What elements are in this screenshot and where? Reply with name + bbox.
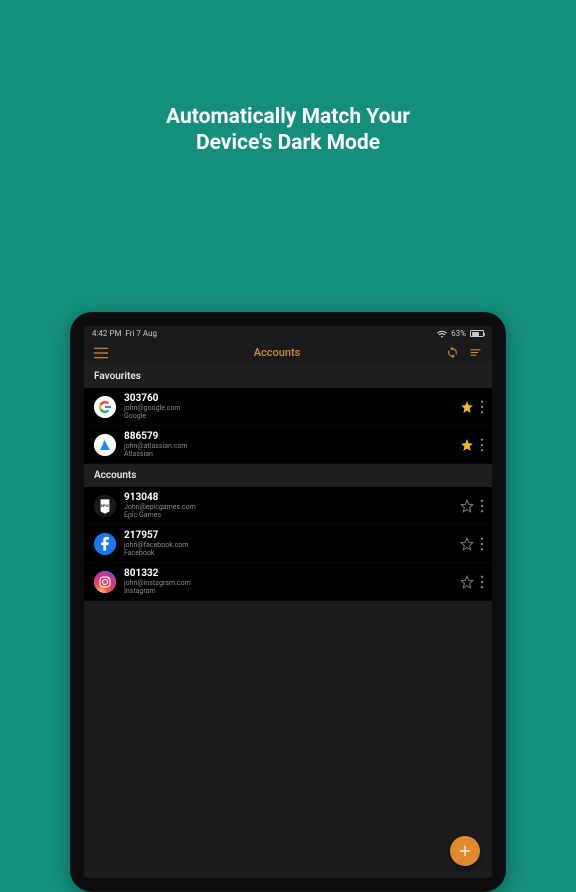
account-email: john@google.com xyxy=(124,404,452,412)
atlassian-icon xyxy=(94,434,116,456)
more-icon[interactable] xyxy=(480,499,484,513)
battery-percent: 63% xyxy=(451,329,466,338)
more-icon[interactable] xyxy=(480,438,484,452)
account-email: john@instagram.com xyxy=(124,579,452,587)
account-code: 913048 xyxy=(124,492,452,503)
star-icon[interactable] xyxy=(460,438,474,452)
account-service: Atlassian xyxy=(124,450,452,458)
empty-area xyxy=(84,601,492,878)
app-screen: 4:42 PM Fri 7 Aug 63% Accounts xyxy=(84,326,492,878)
account-service: Facebook xyxy=(124,549,452,557)
account-service: Instagram xyxy=(124,587,452,595)
section-header-favourites: Favourites xyxy=(84,365,492,388)
battery-icon xyxy=(470,330,484,337)
list-item[interactable]: 303760 john@google.com Google xyxy=(84,388,492,426)
account-code: 801332 xyxy=(124,568,452,579)
instagram-icon xyxy=(94,571,116,593)
star-outline-icon[interactable] xyxy=(460,537,474,551)
status-bar: 4:42 PM Fri 7 Aug 63% xyxy=(84,326,492,340)
plus-icon xyxy=(458,844,472,858)
page-title: Accounts xyxy=(254,346,301,359)
facebook-icon xyxy=(94,533,116,555)
more-icon[interactable] xyxy=(480,400,484,414)
account-code: 217957 xyxy=(124,530,452,541)
account-code: 886579 xyxy=(124,431,452,442)
star-outline-icon[interactable] xyxy=(460,499,474,513)
section-header-accounts: Accounts xyxy=(84,464,492,487)
accounts-list: EPIC 913048 John@epicgames.com Epic Game… xyxy=(84,487,492,601)
list-item[interactable]: 886579 john@atlassian.com Atlassian xyxy=(84,426,492,464)
account-service: Google xyxy=(124,412,452,420)
promo-headline-line1: Automatically Match Your xyxy=(0,104,576,130)
sort-icon[interactable] xyxy=(469,346,482,359)
list-item[interactable]: EPIC 913048 John@epicgames.com Epic Game… xyxy=(84,487,492,525)
sync-icon[interactable] xyxy=(446,346,459,359)
status-date: Fri 7 Aug xyxy=(125,329,157,338)
status-time: 4:42 PM xyxy=(92,329,121,338)
more-icon[interactable] xyxy=(480,537,484,551)
svg-text:EPIC: EPIC xyxy=(101,503,110,508)
tablet-frame: 4:42 PM Fri 7 Aug 63% Accounts xyxy=(70,312,506,892)
account-code: 303760 xyxy=(124,393,452,404)
google-icon xyxy=(94,396,116,418)
account-email: John@epicgames.com xyxy=(124,503,452,511)
star-outline-icon[interactable] xyxy=(460,575,474,589)
account-service: Epic Games xyxy=(124,511,452,519)
account-email: john@facebook.com xyxy=(124,541,452,549)
more-icon[interactable] xyxy=(480,575,484,589)
promo-headline-line2: Device's Dark Mode xyxy=(0,130,576,156)
menu-icon[interactable] xyxy=(94,347,108,359)
nav-bar: Accounts xyxy=(84,340,492,365)
epic-games-icon: EPIC xyxy=(94,495,116,517)
star-icon[interactable] xyxy=(460,400,474,414)
add-account-button[interactable] xyxy=(450,836,480,866)
wifi-icon xyxy=(437,330,447,338)
account-email: john@atlassian.com xyxy=(124,442,452,450)
list-item[interactable]: 801332 john@instagram.com Instagram xyxy=(84,563,492,601)
promo-headline: Automatically Match Your Device's Dark M… xyxy=(0,104,576,157)
list-item[interactable]: 217957 john@facebook.com Facebook xyxy=(84,525,492,563)
favourites-list: 303760 john@google.com Google xyxy=(84,388,492,464)
